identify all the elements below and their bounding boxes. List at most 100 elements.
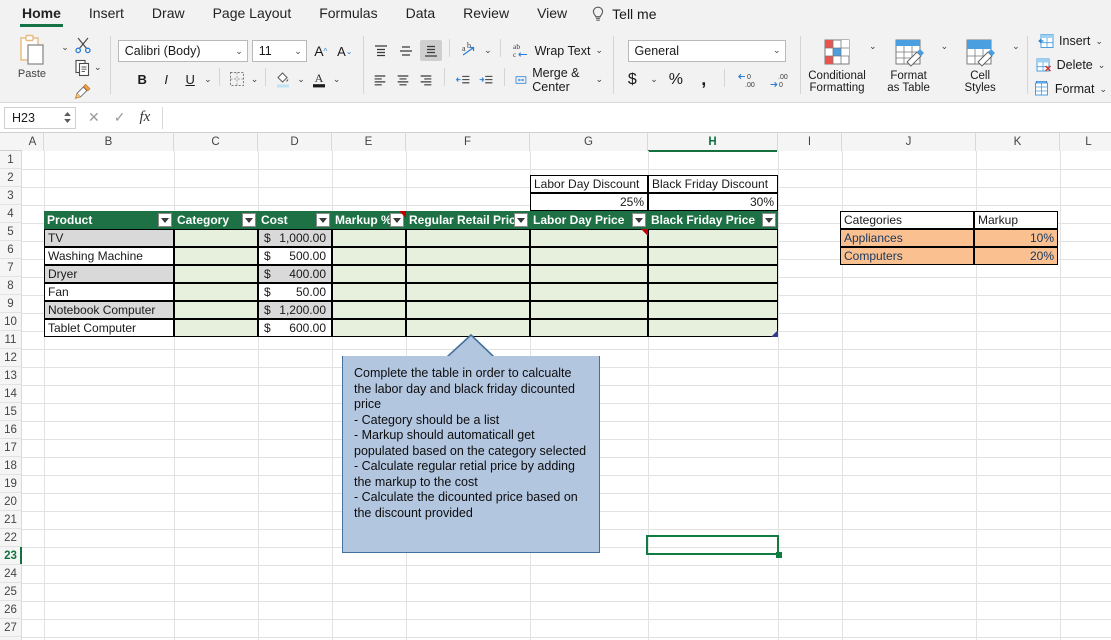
row-header-26[interactable]: 26 bbox=[0, 601, 22, 619]
table-header-product[interactable]: Product bbox=[44, 211, 174, 229]
align-top-button[interactable] bbox=[370, 40, 392, 61]
cell-H2-black-friday-discount-label[interactable]: Black Friday Discount bbox=[648, 175, 778, 193]
font-name-combo[interactable]: Calibri (Body) ⌄ bbox=[117, 40, 248, 62]
table-cell-markup-row-4[interactable] bbox=[332, 283, 406, 301]
table-cell-markup-row-5[interactable] bbox=[332, 301, 406, 319]
decrease-decimal-button[interactable]: 0 .00 bbox=[735, 69, 759, 90]
format-as-table-button[interactable]: Format as Table bbox=[879, 37, 939, 94]
row-header-5[interactable]: 5 bbox=[0, 223, 22, 241]
row-header-22[interactable]: 22 bbox=[0, 529, 22, 547]
filter-dropdown-cost-icon[interactable] bbox=[316, 213, 330, 227]
table-cell-labor-day-price-row-1[interactable] bbox=[530, 229, 648, 247]
table-cell-product-row-4[interactable]: Fan bbox=[44, 283, 174, 301]
table-cell-product-row-6[interactable]: Tablet Computer bbox=[44, 319, 174, 337]
table-cell-cost-row-2[interactable]: $500.00 bbox=[258, 247, 332, 265]
table-header-markup[interactable]: Markup % bbox=[332, 211, 406, 229]
lookup-cell-category-appliances[interactable]: Appliances bbox=[840, 229, 974, 247]
table-cell-category-row-1[interactable] bbox=[174, 229, 258, 247]
row-header-17[interactable]: 17 bbox=[0, 439, 22, 457]
underline-button[interactable]: U bbox=[180, 69, 200, 90]
column-header-G[interactable]: G bbox=[530, 133, 648, 151]
row-header-23[interactable]: 23 bbox=[0, 547, 22, 565]
fill-color-button[interactable] bbox=[273, 69, 293, 90]
row-header-9[interactable]: 9 bbox=[0, 295, 22, 313]
selected-cell-outline[interactable] bbox=[646, 535, 779, 555]
borders-button[interactable] bbox=[227, 69, 247, 90]
ribbon-tab-view[interactable]: View bbox=[523, 2, 581, 27]
name-box[interactable]: H23 bbox=[4, 106, 76, 129]
table-cell-retail-price-row-5[interactable] bbox=[406, 301, 530, 319]
row-header-4[interactable]: 4 bbox=[0, 205, 22, 223]
cell-styles-button[interactable]: Cell Styles bbox=[950, 37, 1010, 94]
table-cell-labor-day-price-row-3[interactable] bbox=[530, 265, 648, 283]
table-cell-black-friday-price-row-4[interactable] bbox=[648, 283, 778, 301]
table-cell-cost-row-6[interactable]: $600.00 bbox=[258, 319, 332, 337]
row-header-2[interactable]: 2 bbox=[0, 169, 22, 187]
ribbon-tab-data[interactable]: Data bbox=[392, 2, 450, 27]
name-box-spinner-icon[interactable] bbox=[63, 111, 72, 124]
paste-button[interactable]: Paste bbox=[6, 28, 58, 80]
font-size-combo[interactable]: 11 ⌄ bbox=[251, 40, 307, 62]
ribbon-tab-page-layout[interactable]: Page Layout bbox=[199, 2, 306, 27]
merge-center-button[interactable]: Merge & Center ⌄ bbox=[512, 66, 606, 94]
copy-button[interactable] bbox=[74, 59, 92, 77]
align-center-button[interactable] bbox=[393, 69, 413, 90]
decrease-indent-button[interactable] bbox=[453, 69, 473, 90]
align-right-button[interactable] bbox=[416, 69, 436, 90]
table-cell-category-row-5[interactable] bbox=[174, 301, 258, 319]
table-cell-retail-price-row-2[interactable] bbox=[406, 247, 530, 265]
lookup-cell-markup-appliances[interactable]: 10% bbox=[974, 229, 1058, 247]
delete-cells-button[interactable]: Delete ⌄ bbox=[1035, 55, 1105, 76]
row-header-25[interactable]: 25 bbox=[0, 583, 22, 601]
cut-button[interactable] bbox=[74, 36, 92, 54]
insert-function-icon[interactable]: fx bbox=[139, 109, 150, 126]
table-cell-product-row-5[interactable]: Notebook Computer bbox=[44, 301, 174, 319]
table-cell-category-row-4[interactable] bbox=[174, 283, 258, 301]
table-header-labor-day-price[interactable]: Labor Day Price bbox=[530, 211, 648, 229]
row-header-15[interactable]: 15 bbox=[0, 403, 22, 421]
table-cell-black-friday-price-row-2[interactable] bbox=[648, 247, 778, 265]
ribbon-tab-home[interactable]: Home bbox=[8, 2, 75, 27]
filter-dropdown-labor-icon[interactable] bbox=[632, 213, 646, 227]
increase-decimal-button[interactable]: .00 0 bbox=[767, 69, 791, 90]
cell-styles-chevron-icon[interactable]: ⌄ bbox=[1012, 41, 1020, 52]
row-header-1[interactable]: 1 bbox=[0, 151, 22, 169]
currency-button[interactable]: $ bbox=[622, 69, 642, 90]
row-header-21[interactable]: 21 bbox=[0, 511, 22, 529]
font-color-button[interactable]: A bbox=[309, 69, 329, 90]
table-cell-labor-day-price-row-2[interactable] bbox=[530, 247, 648, 265]
table-cell-black-friday-price-row-3[interactable] bbox=[648, 265, 778, 283]
row-header-14[interactable]: 14 bbox=[0, 385, 22, 403]
table-cell-labor-day-price-row-5[interactable] bbox=[530, 301, 648, 319]
italic-button[interactable]: I bbox=[156, 69, 176, 90]
filter-dropdown-product-icon[interactable] bbox=[158, 213, 172, 227]
insert-cells-button[interactable]: Insert ⌄ bbox=[1037, 31, 1103, 52]
wrap-text-button[interactable]: ab c Wrap Text ⌄ bbox=[509, 39, 606, 62]
table-cell-labor-day-price-row-4[interactable] bbox=[530, 283, 648, 301]
table-cell-product-row-1[interactable]: TV bbox=[44, 229, 174, 247]
filter-dropdown-category-icon[interactable] bbox=[242, 213, 256, 227]
ribbon-tab-insert[interactable]: Insert bbox=[75, 2, 138, 27]
column-header-F[interactable]: F bbox=[406, 133, 530, 151]
table-header-retail-price[interactable]: Regular Retail Price bbox=[406, 211, 530, 229]
currency-dropdown-chevron-icon[interactable]: ⌄ bbox=[650, 74, 658, 85]
row-header-6[interactable]: 6 bbox=[0, 241, 22, 259]
row-header-11[interactable]: 11 bbox=[0, 331, 22, 349]
row-header-12[interactable]: 12 bbox=[0, 349, 22, 367]
table-header-category[interactable]: Category bbox=[174, 211, 258, 229]
lookup-header-categories[interactable]: Categories bbox=[840, 211, 974, 229]
row-header-19[interactable]: 19 bbox=[0, 475, 22, 493]
conditional-formatting-button[interactable]: Conditional Formatting bbox=[807, 37, 867, 94]
fill-handle[interactable] bbox=[776, 552, 782, 558]
table-cell-category-row-3[interactable] bbox=[174, 265, 258, 283]
cell-G3-labor-day-discount-value[interactable]: 25% bbox=[530, 193, 648, 211]
row-header-7[interactable]: 7 bbox=[0, 259, 22, 277]
row-header-27[interactable]: 27 bbox=[0, 619, 22, 637]
align-middle-button[interactable] bbox=[395, 40, 417, 61]
fill-color-dropdown-chevron-icon[interactable]: ⌄ bbox=[297, 74, 305, 85]
table-cell-black-friday-price-row-1[interactable] bbox=[648, 229, 778, 247]
lookup-cell-markup-computers[interactable]: 20% bbox=[974, 247, 1058, 265]
table-cell-markup-row-1[interactable] bbox=[332, 229, 406, 247]
format-painter-button[interactable] bbox=[74, 82, 92, 100]
row-header-10[interactable]: 10 bbox=[0, 313, 22, 331]
